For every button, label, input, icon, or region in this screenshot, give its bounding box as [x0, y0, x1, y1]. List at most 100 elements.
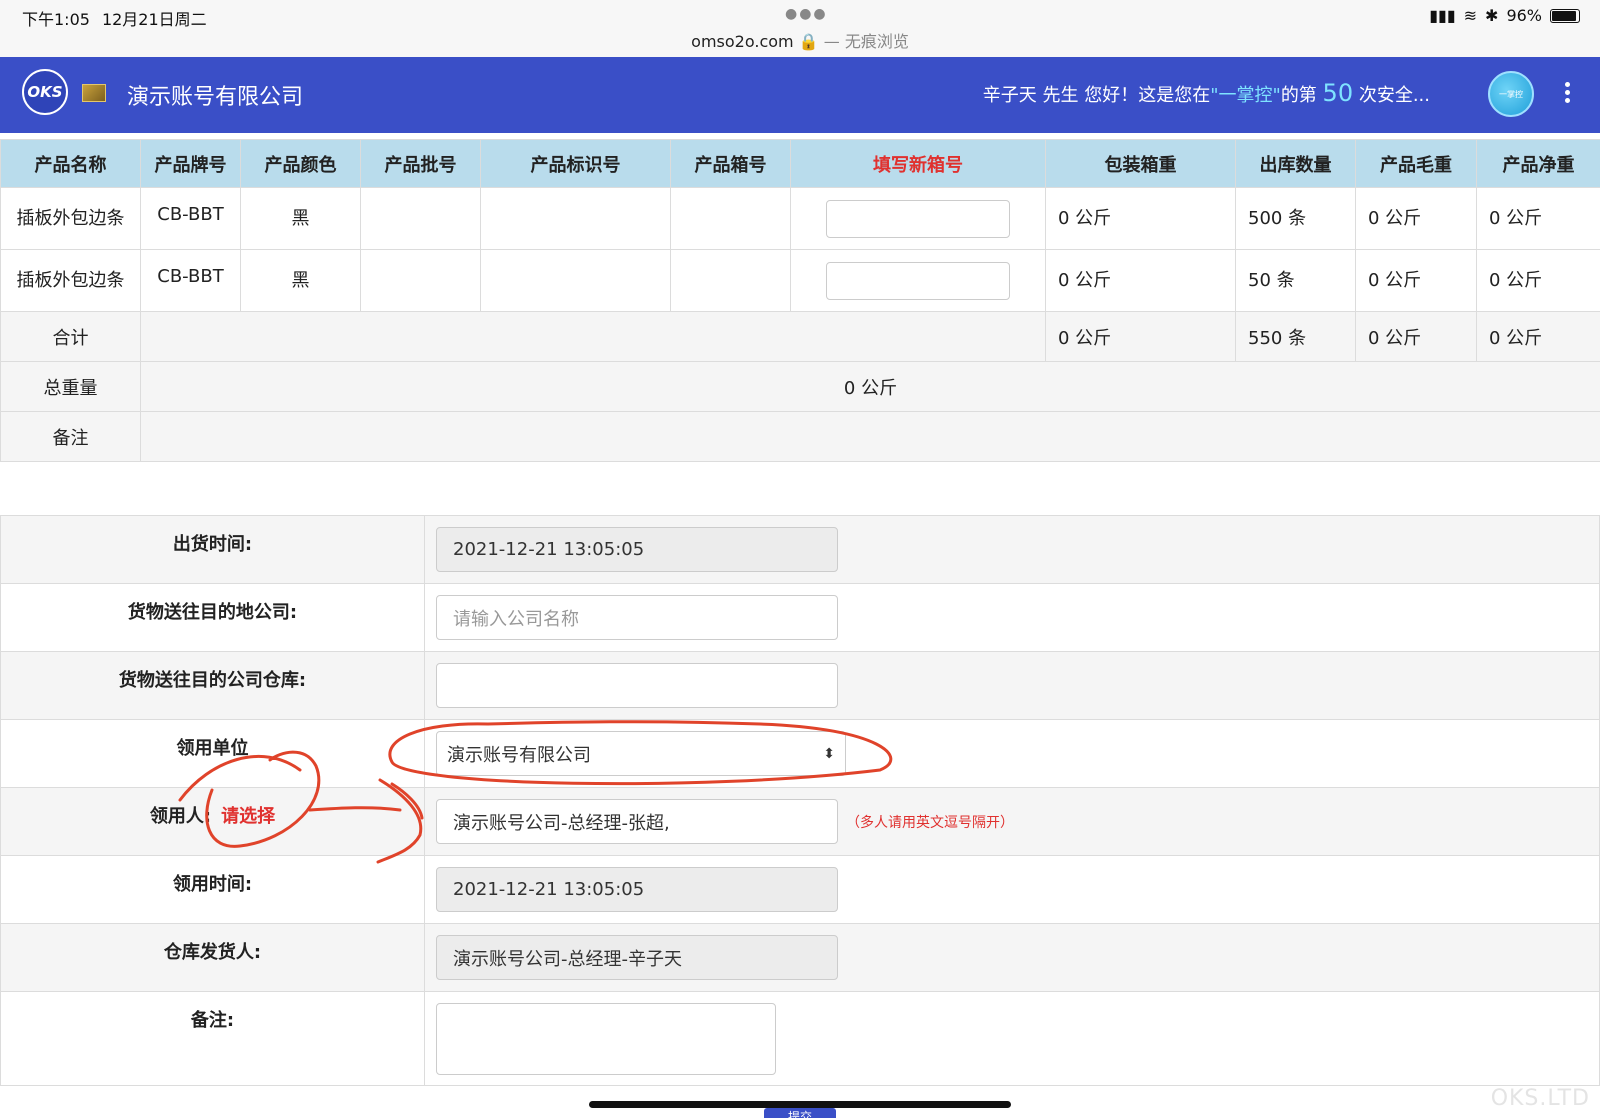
- dest-warehouse-input[interactable]: [436, 663, 838, 708]
- form-row-unit: 领用单位 演示账号有限公司 ⬍: [0, 719, 1600, 788]
- receiver-input[interactable]: 演示账号公司-总经理-张超,: [436, 799, 838, 844]
- total-weight-value: 0 公斤: [140, 361, 1600, 412]
- table-header-row: 产品名称 产品牌号 产品颜色 产品批号 产品标识号 产品箱号 填写新箱号 包装箱…: [0, 139, 1600, 188]
- form-remark-label: 备注:: [0, 991, 425, 1086]
- oks-logo-icon[interactable]: OKS: [22, 69, 68, 115]
- product-table: 产品名称 产品牌号 产品颜色 产品批号 产品标识号 产品箱号 填写新箱号 包装箱…: [0, 139, 1600, 462]
- col-header: 产品毛重: [1355, 139, 1477, 188]
- table-row: 插板外包边条 CB-BBT 黑 0 公斤 500 条 0 公斤 0 公斤: [0, 187, 1600, 250]
- cell-box-weight: 0 公斤: [1045, 249, 1236, 312]
- col-header: 产品牌号: [140, 139, 241, 188]
- remark-row: 备注: [0, 411, 1600, 462]
- cell-qty: 50 条: [1235, 249, 1356, 312]
- form-row-shipper: 仓库发货人: 演示账号公司-总经理-辛子天: [0, 923, 1600, 992]
- table-row: 插板外包边条 CB-BBT 黑 0 公斤 50 条 0 公斤 0 公斤: [0, 249, 1600, 312]
- form-row-receiver: 领用人: 请选择 演示账号公司-总经理-张超, （多人请用英文逗号隔开）: [0, 787, 1600, 856]
- cell-new-box: [790, 187, 1046, 250]
- avatar[interactable]: 一掌控: [1488, 71, 1534, 117]
- app-header: OKS 演示账号有限公司 辛子天 先生 您好！这是您在"一掌控"的第 50 次安…: [0, 57, 1600, 133]
- status-time: 下午1:05: [22, 10, 90, 29]
- more-menu-icon[interactable]: [1562, 79, 1572, 106]
- col-header: 产品箱号: [670, 139, 791, 188]
- company-name: 演示账号有限公司: [127, 85, 304, 110]
- cell-box: [670, 249, 791, 312]
- shipper-field: 演示账号公司-总经理-辛子天: [436, 935, 838, 980]
- cell-batch: [360, 249, 481, 312]
- form-row-remark: 备注:: [0, 991, 1600, 1086]
- cell-gross: 0 公斤: [1355, 249, 1477, 312]
- cell-id: [480, 187, 671, 250]
- dest-warehouse-label: 货物送往目的公司仓库:: [0, 651, 425, 720]
- form-row-ship-time: 出货时间: 2021-12-21 13:05:05: [0, 515, 1600, 584]
- cell-id: [480, 249, 671, 312]
- total-gross: 0 公斤: [1355, 311, 1477, 362]
- dest-company-input[interactable]: 请输入公司名称: [436, 595, 838, 640]
- wifi-icon: ≋: [1463, 6, 1478, 25]
- total-spacer: [140, 311, 1046, 362]
- submit-button[interactable]: 提交: [764, 1108, 836, 1118]
- cell-color: 黑: [240, 249, 361, 312]
- cell-color: 黑: [240, 187, 361, 250]
- form-row-dest-company: 货物送往目的地公司: 请输入公司名称: [0, 583, 1600, 652]
- signal-icon: ▮▮▮: [1429, 6, 1456, 25]
- visit-count: 50: [1322, 79, 1354, 107]
- ship-time-label: 出货时间:: [0, 515, 425, 584]
- shipper-label: 仓库发货人:: [0, 923, 425, 992]
- cell-qty: 500 条: [1235, 187, 1356, 250]
- col-header: 产品批号: [360, 139, 481, 188]
- home-indicator[interactable]: [589, 1101, 1011, 1108]
- battery-icon: [1550, 8, 1580, 23]
- remark-value: [140, 411, 1600, 462]
- private-label: — 无痕浏览: [823, 32, 909, 51]
- total-qty: 550 条: [1235, 311, 1356, 362]
- cell-gross: 0 公斤: [1355, 187, 1477, 250]
- total-weight-label: 总重量: [0, 361, 141, 412]
- cell-box-weight: 0 公斤: [1045, 187, 1236, 250]
- receiver-label-cell: 领用人: 请选择: [0, 787, 425, 856]
- total-box-weight: 0 公斤: [1045, 311, 1236, 362]
- total-row: 合计 0 公斤 550 条 0 公斤 0 公斤: [0, 311, 1600, 362]
- more-dots-icon[interactable]: ●●●: [785, 6, 828, 22]
- greeting-suffix: 次安全...: [1358, 85, 1430, 106]
- battery-percent: 96%: [1506, 6, 1542, 25]
- greeting-prefix: 辛子天 先生 您好！这是您在: [982, 85, 1211, 106]
- col-header: 出库数量: [1235, 139, 1356, 188]
- col-header: 产品颜色: [240, 139, 361, 188]
- bluetooth-icon: ✱: [1485, 6, 1499, 25]
- brand-name: "一掌控": [1210, 85, 1281, 106]
- cell-batch: [360, 187, 481, 250]
- ship-time-field: 2021-12-21 13:05:05: [436, 527, 838, 572]
- cell-box: [670, 187, 791, 250]
- new-box-input[interactable]: [826, 261, 1010, 300]
- cell-new-box: [790, 249, 1046, 312]
- cell-brand: CB-BBT: [140, 187, 241, 250]
- address-bar[interactable]: omso2o.com 🔒 — 无痕浏览: [0, 28, 1600, 52]
- total-weight-row: 总重量 0 公斤: [0, 361, 1600, 412]
- total-net: 0 公斤: [1476, 311, 1600, 362]
- choose-receiver-link[interactable]: 请选择: [221, 806, 275, 827]
- unit-label: 领用单位: [0, 719, 425, 788]
- form-row-dest-warehouse: 货物送往目的公司仓库:: [0, 651, 1600, 720]
- form-remark-textarea[interactable]: [436, 1002, 776, 1075]
- new-box-input[interactable]: [826, 199, 1010, 238]
- status-time-date: 下午1:05 12月21日周二: [22, 6, 219, 30]
- col-header: 产品标识号: [480, 139, 671, 188]
- flag-icon: [82, 84, 106, 102]
- updown-chevron-icon: ⬍: [823, 745, 835, 762]
- status-date: 12月21日周二: [101, 10, 207, 29]
- unit-select[interactable]: 演示账号有限公司 ⬍: [436, 731, 846, 776]
- receive-time-label: 领用时间:: [0, 855, 425, 924]
- greeting-text: 辛子天 先生 您好！这是您在"一掌控"的第 50 次安全...: [983, 79, 1430, 107]
- greeting-mid: 的第: [1280, 85, 1317, 106]
- cell-net: 0 公斤: [1476, 187, 1600, 250]
- url-text: omso2o.com: [691, 32, 794, 51]
- col-header-new-box: 填写新箱号: [790, 139, 1046, 188]
- status-icons: ▮▮▮ ≋ ✱ 96%: [1429, 6, 1580, 25]
- receive-time-field: 2021-12-21 13:05:05: [436, 867, 838, 912]
- receiver-hint: （多人请用英文逗号隔开）: [846, 814, 1014, 831]
- col-header: 包装箱重: [1045, 139, 1236, 188]
- form-row-receive-time: 领用时间: 2021-12-21 13:05:05: [0, 855, 1600, 924]
- unit-select-value: 演示账号有限公司: [447, 744, 591, 766]
- col-header: 产品名称: [0, 139, 141, 188]
- dest-company-label: 货物送往目的地公司:: [0, 583, 425, 652]
